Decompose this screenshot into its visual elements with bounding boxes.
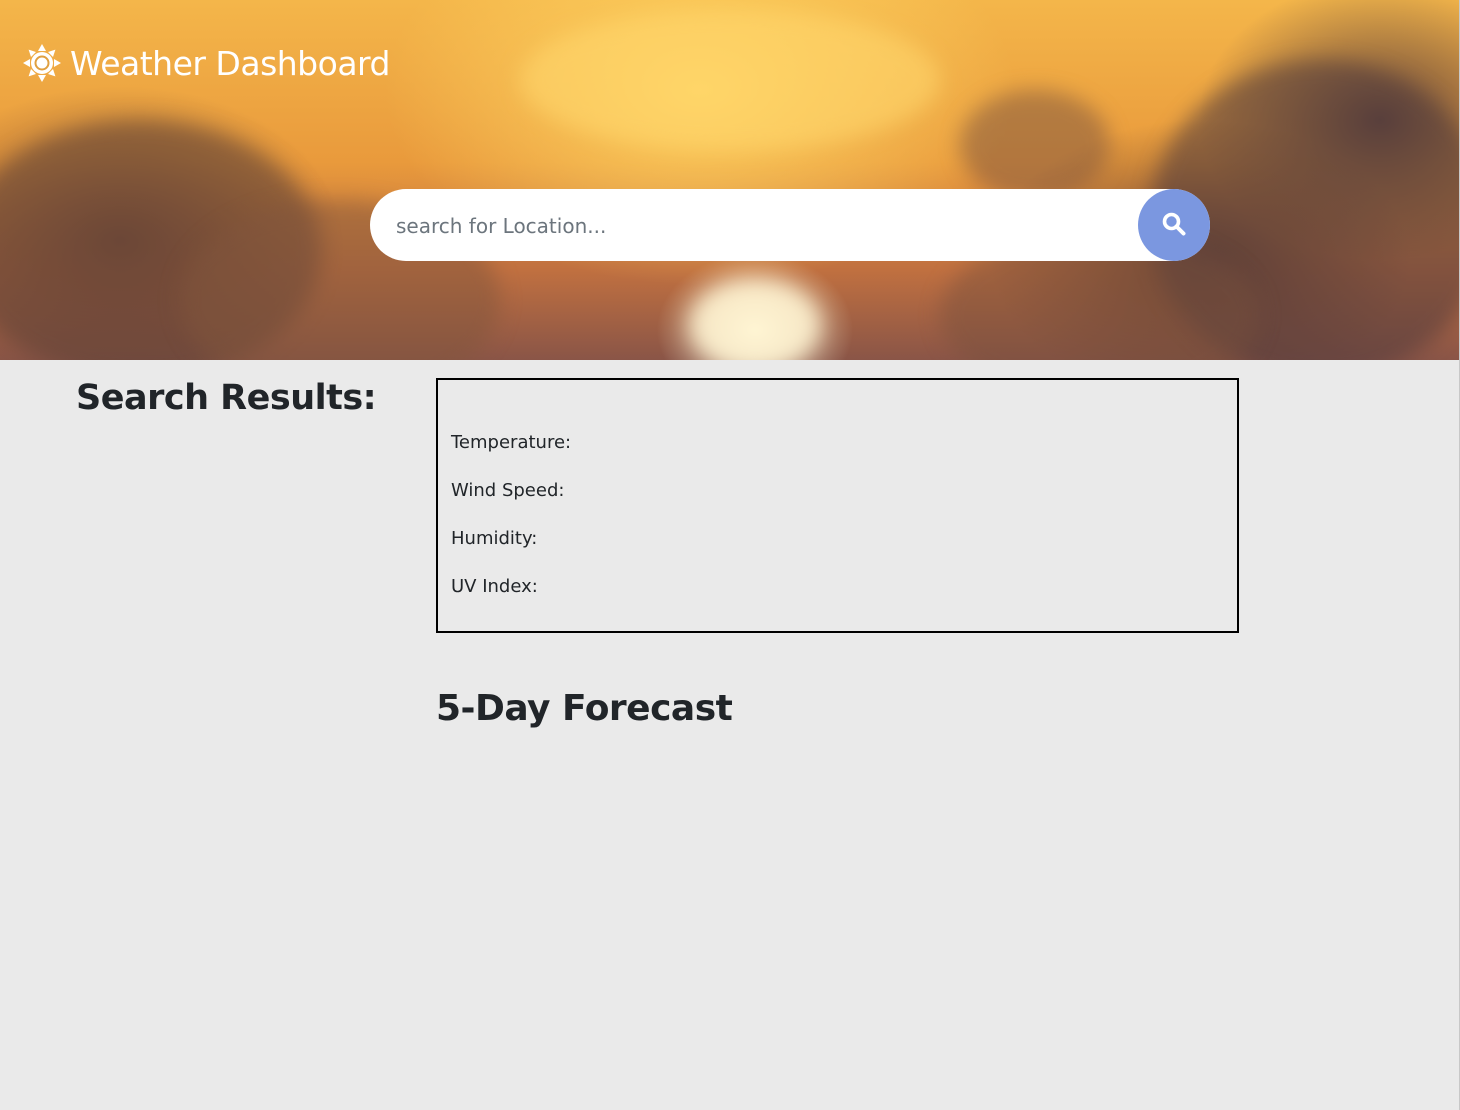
sun-icon [23,42,61,84]
search-button[interactable] [1138,189,1210,261]
search-icon [1161,211,1187,240]
humidity-label: Humidity: [451,528,538,549]
wind-speed-label: Wind Speed: [451,480,565,501]
app-title: Weather Dashboard [70,43,390,83]
temperature-label: Temperature: [451,432,572,453]
uv-index-label: UV Index: [451,576,538,597]
cloud-shape [520,10,940,150]
cloud-shape [960,90,1110,200]
brand[interactable]: Weather Dashboard [23,42,390,84]
sun-glow [690,280,820,360]
search-bar [370,189,1210,263]
forecast-heading: 5-Day Forecast [436,688,733,729]
search-results-heading: Search Results: [76,378,377,418]
current-weather-card: Temperature: Wind Speed: Humidity: UV In… [436,378,1239,633]
search-input[interactable] [394,189,1138,263]
